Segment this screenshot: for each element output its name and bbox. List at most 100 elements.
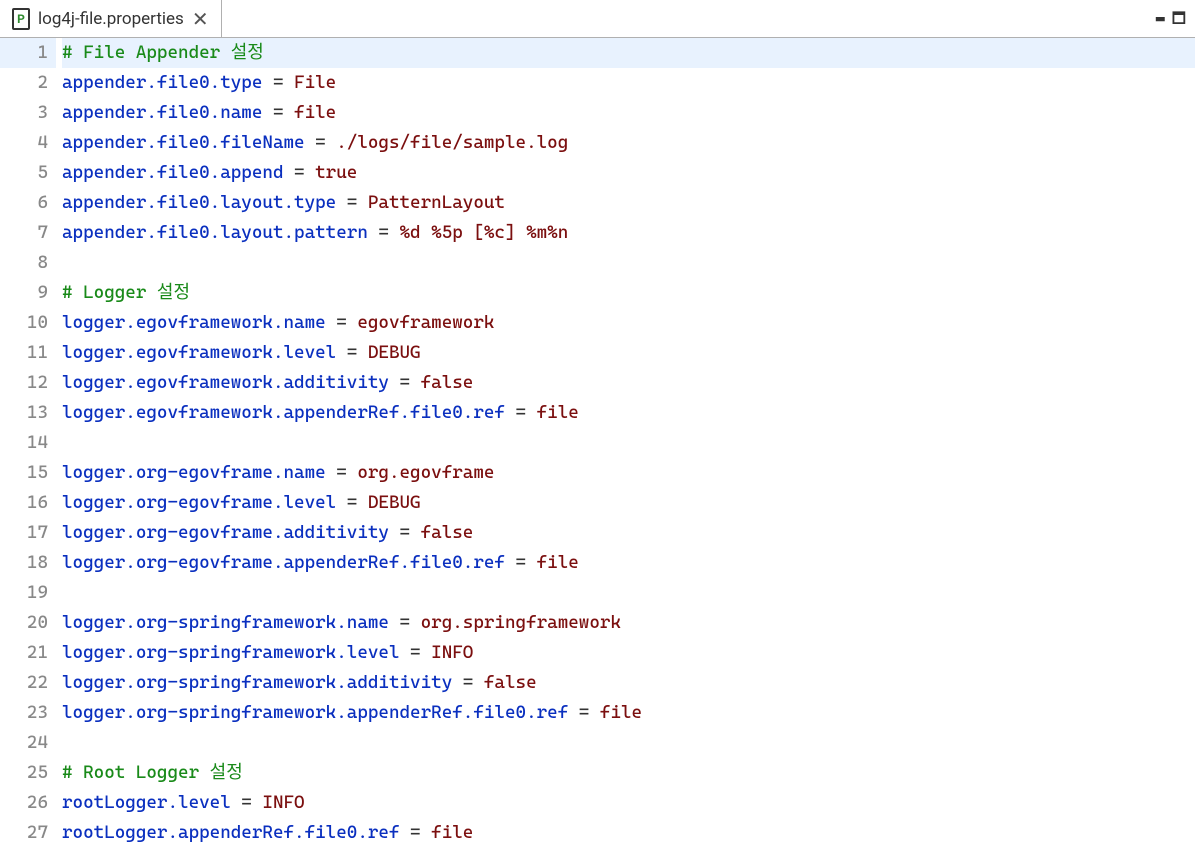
token-comment: # Root Logger 설정	[62, 762, 243, 783]
token-val: false	[421, 522, 474, 543]
code-line[interactable]: appender.file0.layout.pattern = %d %5p […	[62, 218, 1195, 248]
token-eq: =	[262, 102, 294, 123]
code-line[interactable]	[62, 428, 1195, 458]
code-line[interactable]: logger.egovframework.level = DEBUG	[62, 338, 1195, 368]
line-number: 23	[0, 698, 56, 728]
code-line[interactable]: # File Appender 설정	[62, 38, 1195, 68]
token-val: ./logs/file/sample.log	[336, 132, 568, 153]
token-eq: =	[568, 702, 600, 723]
line-number: 18	[0, 548, 56, 578]
token-val: INFO	[431, 642, 473, 663]
token-val: file	[537, 402, 579, 423]
line-number: 21	[0, 638, 56, 668]
code-line[interactable]	[62, 578, 1195, 608]
token-key: appender.file0.fileName	[62, 132, 305, 153]
token-key: logger.egovframework.name	[62, 312, 326, 333]
code-line[interactable]: logger.egovframework.additivity = false	[62, 368, 1195, 398]
token-val: INFO	[262, 792, 304, 813]
code-line[interactable]: appender.file0.layout.type = PatternLayo…	[62, 188, 1195, 218]
line-number: 2	[0, 68, 56, 98]
token-val: DEBUG	[368, 342, 421, 363]
token-key: logger.org-springframework.name	[62, 612, 389, 633]
properties-file-icon: P	[12, 8, 30, 30]
editor-tab-active[interactable]: P log4j-file.properties ✕	[0, 0, 222, 37]
code-line[interactable]: logger.org-egovframe.additivity = false	[62, 518, 1195, 548]
token-eq: =	[368, 222, 400, 243]
token-key: logger.org-springframework.level	[62, 642, 400, 663]
code-line[interactable]	[62, 728, 1195, 758]
close-icon[interactable]: ✕	[192, 9, 209, 29]
token-key: logger.org-egovframe.level	[62, 492, 336, 513]
code-line[interactable]: logger.org-egovframe.level = DEBUG	[62, 488, 1195, 518]
token-val: false	[484, 672, 537, 693]
token-eq: =	[283, 162, 315, 183]
line-number: 26	[0, 788, 56, 818]
code-line[interactable]: logger.org-egovframe.appenderRef.file0.r…	[62, 548, 1195, 578]
token-key: appender.file0.layout.pattern	[62, 222, 368, 243]
token-eq: =	[336, 192, 368, 213]
code-line[interactable]: logger.org-springframework.name = org.sp…	[62, 608, 1195, 638]
line-number: 20	[0, 608, 56, 638]
token-key: appender.file0.type	[62, 72, 262, 93]
line-number: 10	[0, 308, 56, 338]
token-eq: =	[305, 132, 337, 153]
editor-area[interactable]: 1234567891011121314151617181920212223242…	[0, 38, 1195, 866]
line-number: 5	[0, 158, 56, 188]
line-number: 27	[0, 818, 56, 848]
token-key: rootLogger.appenderRef.file0.ref	[62, 822, 400, 843]
code-line[interactable]: appender.file0.type = File	[62, 68, 1195, 98]
minimize-icon[interactable]: ▬	[1156, 11, 1164, 26]
line-number: 14	[0, 428, 56, 458]
code-line[interactable]: # Root Logger 설정	[62, 758, 1195, 788]
maximize-icon[interactable]: 🗖	[1172, 11, 1185, 26]
code-line[interactable]: rootLogger.appenderRef.file0.ref = file	[62, 818, 1195, 848]
code-line[interactable]: logger.org-springframework.additivity = …	[62, 668, 1195, 698]
code-line[interactable]: rootLogger.level = INFO	[62, 788, 1195, 818]
line-number: 3	[0, 98, 56, 128]
code-line[interactable]: logger.egovframework.appenderRef.file0.r…	[62, 398, 1195, 428]
tab-bar-left: P log4j-file.properties ✕	[0, 0, 222, 37]
token-key: appender.file0.name	[62, 102, 262, 123]
line-number: 8	[0, 248, 56, 278]
token-key: rootLogger.level	[62, 792, 231, 813]
token-val: false	[421, 372, 474, 393]
line-number: 16	[0, 488, 56, 518]
token-eq: =	[262, 72, 294, 93]
token-val: %d %5p [%c] %m%n	[400, 222, 569, 243]
token-key: logger.org-egovframe.name	[62, 462, 326, 483]
token-comment: # File Appender 설정	[62, 42, 264, 63]
line-number: 4	[0, 128, 56, 158]
code-line[interactable]: logger.org-egovframe.name = org.egovfram…	[62, 458, 1195, 488]
token-comment: # Logger 설정	[62, 282, 190, 303]
token-eq: =	[452, 672, 484, 693]
token-eq: =	[389, 372, 421, 393]
code-line[interactable]: logger.org-springframework.level = INFO	[62, 638, 1195, 668]
token-val: egovframework	[357, 312, 494, 333]
token-val: file	[294, 102, 336, 123]
token-key: logger.org-egovframe.appenderRef.file0.r…	[62, 552, 505, 573]
token-val: PatternLayout	[368, 192, 505, 213]
code-line[interactable]	[62, 248, 1195, 278]
token-val: File	[294, 72, 336, 93]
token-eq: =	[505, 402, 537, 423]
token-key: logger.egovframework.level	[62, 342, 336, 363]
code-line[interactable]: # Logger 설정	[62, 278, 1195, 308]
code-line[interactable]: logger.egovframework.name = egovframewor…	[62, 308, 1195, 338]
token-val: file	[600, 702, 642, 723]
line-number: 13	[0, 398, 56, 428]
token-key: logger.egovframework.appenderRef.file0.r…	[62, 402, 505, 423]
line-number: 6	[0, 188, 56, 218]
token-key: logger.org-egovframe.additivity	[62, 522, 389, 543]
code-line[interactable]: appender.file0.fileName = ./logs/file/sa…	[62, 128, 1195, 158]
token-val: true	[315, 162, 357, 183]
code-line[interactable]: logger.org-springframework.appenderRef.f…	[62, 698, 1195, 728]
code-content-area[interactable]: # File Appender 설정 appender.file0.type = …	[56, 38, 1195, 866]
token-eq: =	[231, 792, 263, 813]
token-eq: =	[400, 642, 432, 663]
line-number: 25	[0, 758, 56, 788]
tab-filename: log4j-file.properties	[38, 9, 184, 29]
line-number: 11	[0, 338, 56, 368]
code-line[interactable]: appender.file0.append = true	[62, 158, 1195, 188]
token-key: appender.file0.layout.type	[62, 192, 336, 213]
code-line[interactable]: appender.file0.name = file	[62, 98, 1195, 128]
